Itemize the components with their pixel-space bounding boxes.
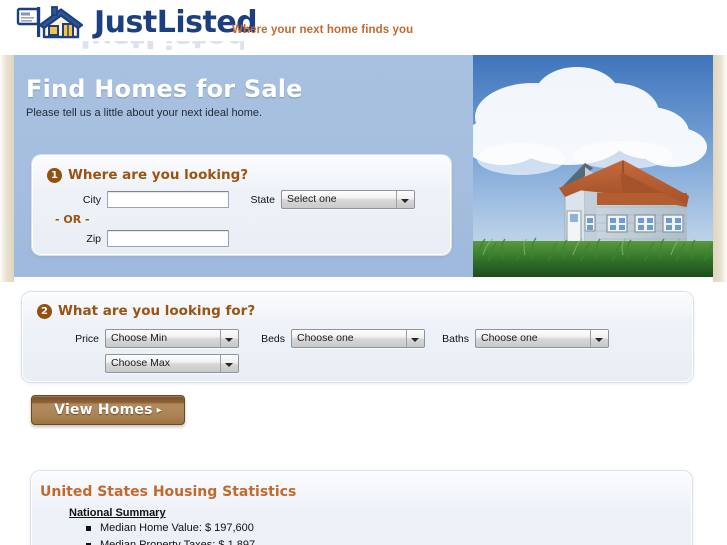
zip-input[interactable] bbox=[107, 230, 229, 247]
caret-right-icon: ▸ bbox=[156, 404, 162, 416]
site-header: JustListed JustListed Where your next ho… bbox=[0, 0, 727, 55]
baths-select[interactable]: Choose one bbox=[475, 329, 609, 348]
step-1-heading: 1 Where are you looking? bbox=[47, 167, 248, 183]
page-root: JustListed JustListed Where your next ho… bbox=[0, 0, 727, 545]
price-min-select[interactable]: Choose Min bbox=[105, 329, 239, 348]
state-select-arrow bbox=[401, 199, 409, 203]
site-logo[interactable]: JustListed bbox=[14, 3, 258, 43]
house-with-for-sale-sign-icon bbox=[14, 3, 92, 43]
price-max-arrow bbox=[225, 363, 233, 367]
price-label: Price bbox=[75, 333, 99, 345]
baths-arrow bbox=[595, 338, 603, 342]
zip-label: Zip bbox=[86, 233, 101, 245]
step-2-title: What are you looking for? bbox=[58, 303, 256, 319]
hero-right-strip bbox=[713, 55, 727, 282]
logo-wordmark: JustListed bbox=[94, 5, 258, 40]
stats-subtitle: National Summary bbox=[69, 507, 166, 519]
beds-select[interactable]: Choose one bbox=[291, 329, 425, 348]
site-tagline: Where your next home finds you bbox=[232, 24, 414, 36]
page-subtitle: Please tell us a little about your next … bbox=[26, 107, 263, 119]
step-1-title: Where are you looking? bbox=[68, 167, 249, 183]
price-min-arrow bbox=[225, 338, 233, 342]
list-item: Median Property Taxes: $ 1,897 bbox=[84, 539, 255, 545]
stats-title: United States Housing Statistics bbox=[40, 484, 297, 500]
or-separator-label: - OR - bbox=[55, 213, 90, 226]
housing-statistics-panel: United States Housing Statistics Nationa… bbox=[31, 471, 692, 545]
state-select[interactable]: Select one bbox=[281, 190, 415, 209]
beds-arrow bbox=[411, 338, 419, 342]
hero-left-strip bbox=[0, 55, 14, 282]
step-2-heading: 2 What are you looking for? bbox=[37, 303, 255, 319]
city-input[interactable] bbox=[107, 191, 229, 208]
price-max-select[interactable]: Choose Max bbox=[105, 354, 239, 373]
stats-list: Median Home Value: $ 197,600 Median Prop… bbox=[84, 522, 255, 545]
page-title: Find Homes for Sale bbox=[26, 75, 303, 103]
what-are-you-looking-for-panel: 2 What are you looking for? Price Choose… bbox=[22, 292, 693, 382]
price-max-value: Choose Max bbox=[111, 357, 170, 369]
state-select-value: Select one bbox=[287, 193, 337, 205]
baths-label: Baths bbox=[442, 333, 469, 345]
state-label: State bbox=[250, 194, 275, 206]
baths-value: Choose one bbox=[481, 332, 538, 344]
price-min-value: Choose Min bbox=[111, 332, 168, 344]
where-are-you-looking-panel: 1 Where are you looking? City - OR - Zip… bbox=[32, 155, 451, 255]
list-item: Median Home Value: $ 197,600 bbox=[84, 522, 255, 534]
city-label: City bbox=[82, 194, 101, 206]
view-homes-button[interactable]: View Homes ▸ bbox=[31, 395, 185, 425]
beds-label: Beds bbox=[261, 333, 285, 345]
step-2-badge: 2 bbox=[37, 303, 52, 319]
view-homes-label: View Homes bbox=[54, 402, 153, 418]
step-1-badge: 1 bbox=[47, 167, 62, 183]
house-photo bbox=[473, 55, 713, 277]
beds-value: Choose one bbox=[297, 332, 354, 344]
